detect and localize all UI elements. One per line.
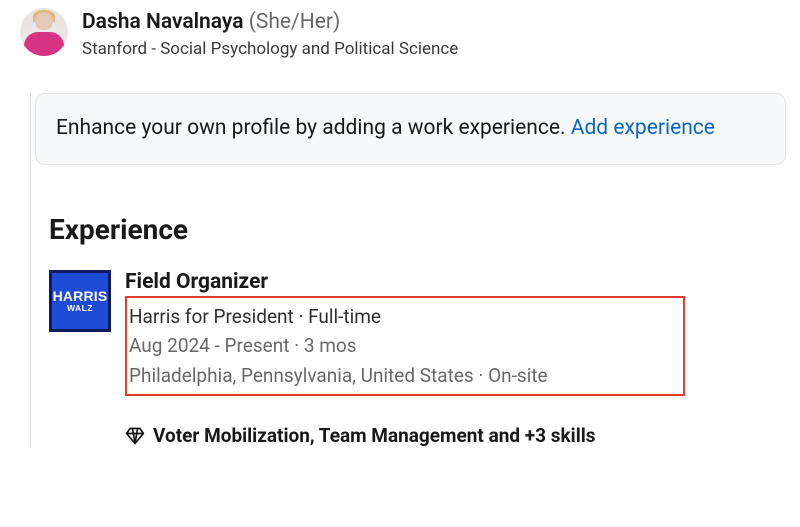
- company-logo-top: HARRIS: [53, 289, 108, 303]
- add-experience-link[interactable]: Add experience: [571, 116, 715, 140]
- job-title: Field Organizer: [125, 270, 800, 294]
- profile-name-line[interactable]: Dasha Navalnaya (She/Her): [82, 8, 458, 37]
- enhance-profile-card: Enhance your own profile by adding a wor…: [35, 93, 786, 165]
- skills-row[interactable]: Voter Mobilization, Team Management and …: [125, 424, 800, 447]
- company-line: Harris for President · Full-time: [129, 302, 677, 331]
- annotation-highlight: Harris for President · Full-time Aug 202…: [125, 296, 685, 396]
- enhance-profile-text: Enhance your own profile by adding a wor…: [56, 116, 571, 140]
- profile-header: Dasha Navalnaya (She/Her) Stanford - Soc…: [0, 0, 800, 67]
- avatar[interactable]: [20, 8, 68, 56]
- profile-name: Dasha Navalnaya: [82, 10, 243, 34]
- profile-pronouns: (She/Her): [249, 10, 341, 34]
- skills-icon: [125, 426, 145, 446]
- skills-text: Voter Mobilization, Team Management and …: [153, 424, 596, 447]
- company-logo[interactable]: HARRIS WALZ: [49, 270, 111, 332]
- experience-item[interactable]: HARRIS WALZ Field Organizer Harris for P…: [49, 270, 800, 447]
- experience-body: Field Organizer Harris for President · F…: [125, 270, 800, 447]
- location-line: Philadelphia, Pennsylvania, United State…: [129, 361, 677, 390]
- profile-subtitle: Stanford - Social Psychology and Politic…: [82, 39, 458, 59]
- profile-header-text: Dasha Navalnaya (She/Her) Stanford - Soc…: [82, 8, 458, 59]
- company-logo-bottom: WALZ: [67, 304, 93, 313]
- date-line: Aug 2024 - Present · 3 mos: [129, 331, 677, 360]
- experience-section-title: Experience: [49, 213, 800, 246]
